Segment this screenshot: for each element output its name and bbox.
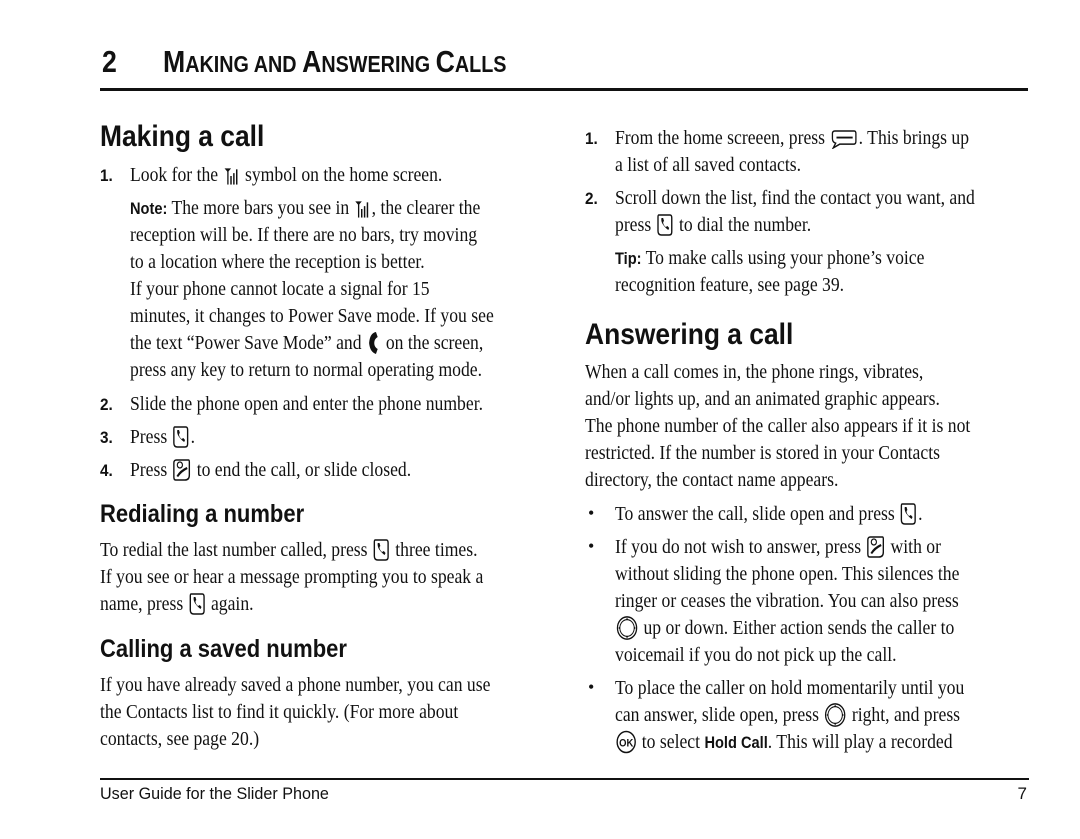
send-key-icon [173, 425, 190, 449]
footer-title: User Guide for the Slider Phone [100, 784, 329, 803]
calling-saved-text-line: the Contacts list to find it quickly. (F… [100, 701, 459, 723]
answer-bullet-3: to select Hold Call. This will play a re… [615, 729, 953, 756]
note-line: to a location where the reception is bet… [130, 251, 425, 273]
page-number: 7 [1017, 784, 1027, 803]
answer-bullet-2: voicemail if you do not pick up the call… [615, 644, 897, 666]
section-heading-making-a-call: Making a call [100, 120, 265, 153]
note-label: Note: [130, 199, 168, 218]
saved-step-2-text: Scroll down the list, find the contact y… [615, 187, 975, 209]
note-line: press any key to return to normal operat… [130, 359, 483, 381]
send-key-icon [188, 592, 205, 616]
tip-line: Tip: To make calls using your phone’s vo… [615, 247, 925, 269]
note-line: If your phone cannot locate a signal for… [130, 278, 430, 300]
step-2-text: Slide the phone open and enter the phone… [130, 393, 484, 415]
step-number: 1. [585, 129, 598, 148]
answer-bullet-2: up or down. Either action sends the call… [615, 615, 954, 642]
section-heading-answering-a-call: Answering a call [585, 318, 794, 351]
note-line: the text “Power Save Mode” and on the sc… [130, 331, 484, 355]
answer-bullet-2: without sliding the phone open. This sil… [615, 563, 960, 585]
subsection-heading-calling-saved: Calling a saved number [100, 635, 347, 663]
chapter-header: 2 MAKING AND ANSWERING CALLS [100, 42, 1028, 91]
step-number: 1. [100, 166, 113, 185]
send-key-icon [900, 502, 917, 526]
answering-paragraph-line: restricted. If the number is stored in y… [585, 442, 940, 464]
navigation-key-icon [824, 702, 846, 728]
subsection-heading-redialing: Redialing a number [100, 500, 305, 528]
navigation-key-icon [616, 615, 638, 641]
note-line: Note: The more bars you see in , the cle… [130, 197, 481, 219]
answer-bullet-3: can answer, slide open, press right, and… [615, 702, 961, 728]
end-key-icon [866, 535, 885, 559]
bullet: • [588, 503, 595, 523]
signal-strength-icon [354, 199, 370, 219]
step-number: 3. [100, 428, 113, 447]
step-number: 4. [100, 461, 113, 480]
answering-paragraph-line: When a call comes in, the phone rings, v… [585, 361, 924, 383]
tip-label: Tip: [615, 249, 642, 268]
step-4-text: Press to end the call, or slide closed. [130, 458, 412, 482]
step-number: 2. [100, 395, 113, 414]
note-line: reception will be. If there are no bars,… [130, 224, 478, 246]
answering-paragraph-line: The phone number of the caller also appe… [585, 415, 971, 437]
redial-text-line: If you see or hear a message prompting y… [100, 566, 484, 588]
tip-line: recognition feature, see page 39. [615, 274, 845, 296]
calling-saved-text-line: contacts, see page 20.) [100, 728, 260, 750]
saved-step-2-text: press to dial the number. [615, 213, 812, 237]
page-footer: User Guide for the Slider Phone 7 [100, 778, 1029, 810]
send-key-icon [373, 538, 390, 562]
step-number: 2. [585, 189, 598, 208]
end-key-icon [173, 458, 192, 482]
handset-icon [367, 331, 381, 355]
chapter-number: 2 [102, 44, 117, 79]
answer-bullet-3: To place the caller on hold momentarily … [615, 677, 965, 699]
signal-strength-icon [223, 166, 239, 186]
menu-key-icon [830, 128, 858, 149]
bullet: • [588, 536, 595, 556]
step-3-text: Press . [130, 425, 195, 449]
redial-text-line: name, press again. [100, 592, 254, 616]
answer-bullet-2: If you do not wish to answer, press with… [615, 535, 941, 559]
answer-bullet-1: To answer the call, slide open and press… [615, 502, 923, 526]
step-1-text: Look for the symbol on the home screen. [130, 164, 443, 186]
note-line: minutes, it changes to Power Save mode. … [130, 305, 494, 327]
send-key-icon [657, 213, 674, 237]
bullet: • [588, 677, 595, 697]
answer-bullet-2: ringer or ceases the vibration. You can … [615, 590, 959, 612]
answering-paragraph-line: and/or lights up, and an animated graphi… [585, 388, 940, 410]
calling-saved-text-line: If you have already saved a phone number… [100, 674, 491, 696]
chapter-title: MAKING AND ANSWERING CALLS [163, 44, 507, 79]
saved-step-1-text: a list of all saved contacts. [615, 154, 802, 176]
hold-call-option: Hold Call [704, 733, 768, 752]
answering-paragraph-line: directory, the contact name appears. [585, 469, 839, 491]
redial-text-line: To redial the last number called, press … [100, 538, 478, 562]
ok-key-icon [616, 730, 637, 754]
saved-step-1-text: From the home screeen, press . This brin… [615, 127, 970, 149]
